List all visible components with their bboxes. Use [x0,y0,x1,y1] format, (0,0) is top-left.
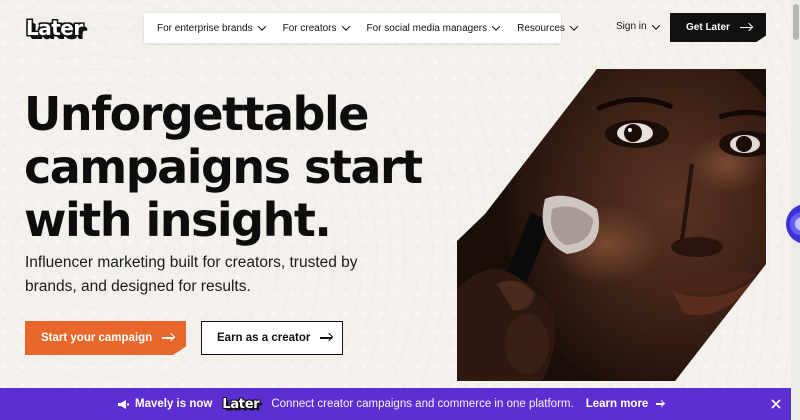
sign-in-menu[interactable]: Sign in [616,20,660,32]
nav-social-media-managers[interactable]: For social media managers [366,22,501,34]
scrollbar-thumb[interactable] [793,4,799,40]
start-campaign-label: Start your campaign [41,332,153,344]
nav-resources[interactable]: Resources [517,22,579,34]
sign-in-label: Sign in [616,21,647,32]
arrow-right-icon [656,403,665,405]
chevron-down-icon [569,22,579,31]
start-campaign-button[interactable]: Start your campaign [25,321,186,355]
eye-left [605,120,669,148]
nav-creators[interactable]: For creators [282,22,350,34]
close-icon[interactable] [770,398,782,410]
hero-subtext: Influencer marketing built for creators,… [25,254,358,295]
arrow-right-icon [320,337,333,339]
chevron-down-icon [491,22,501,31]
hero-portrait-image [457,69,766,381]
later-logo[interactable]: Later [26,14,83,42]
hero-headline: Unforgettable campaigns start with insig… [24,87,423,247]
chevron-down-icon [257,22,266,31]
nav-enterprise-brands[interactable]: For enterprise brands [157,22,266,34]
earn-as-creator-label: Earn as a creator [217,332,311,344]
banner-brand-text: Mavely is now [135,398,213,410]
nav-label: For enterprise brands [157,22,253,34]
megaphone-icon [118,399,129,409]
nav-label: For creators [282,22,337,34]
chevron-down-icon [651,20,660,30]
get-later-button[interactable]: Get Later [670,13,766,42]
banner-later-logo: Later [222,396,260,412]
arrow-right-icon [739,26,752,29]
get-later-label: Get Later [686,22,730,33]
banner-message: Connect creator campaigns and commerce i… [271,398,574,410]
announcement-banner: Mavely is now Later Connect creator camp… [0,388,791,420]
chevron-down-icon [341,22,350,31]
learn-more-label: Learn more [585,398,649,410]
arrow-right-icon [162,337,175,339]
learn-more-link[interactable]: Learn more [586,398,665,410]
nav-label: For social media managers [366,22,488,34]
nav-label: Resources [517,22,565,34]
main-nav: For enterprise brands For creators For s… [144,13,579,43]
earn-as-creator-button[interactable]: Earn as a creator [201,321,343,355]
logo-wordmark: Later [26,16,83,40]
